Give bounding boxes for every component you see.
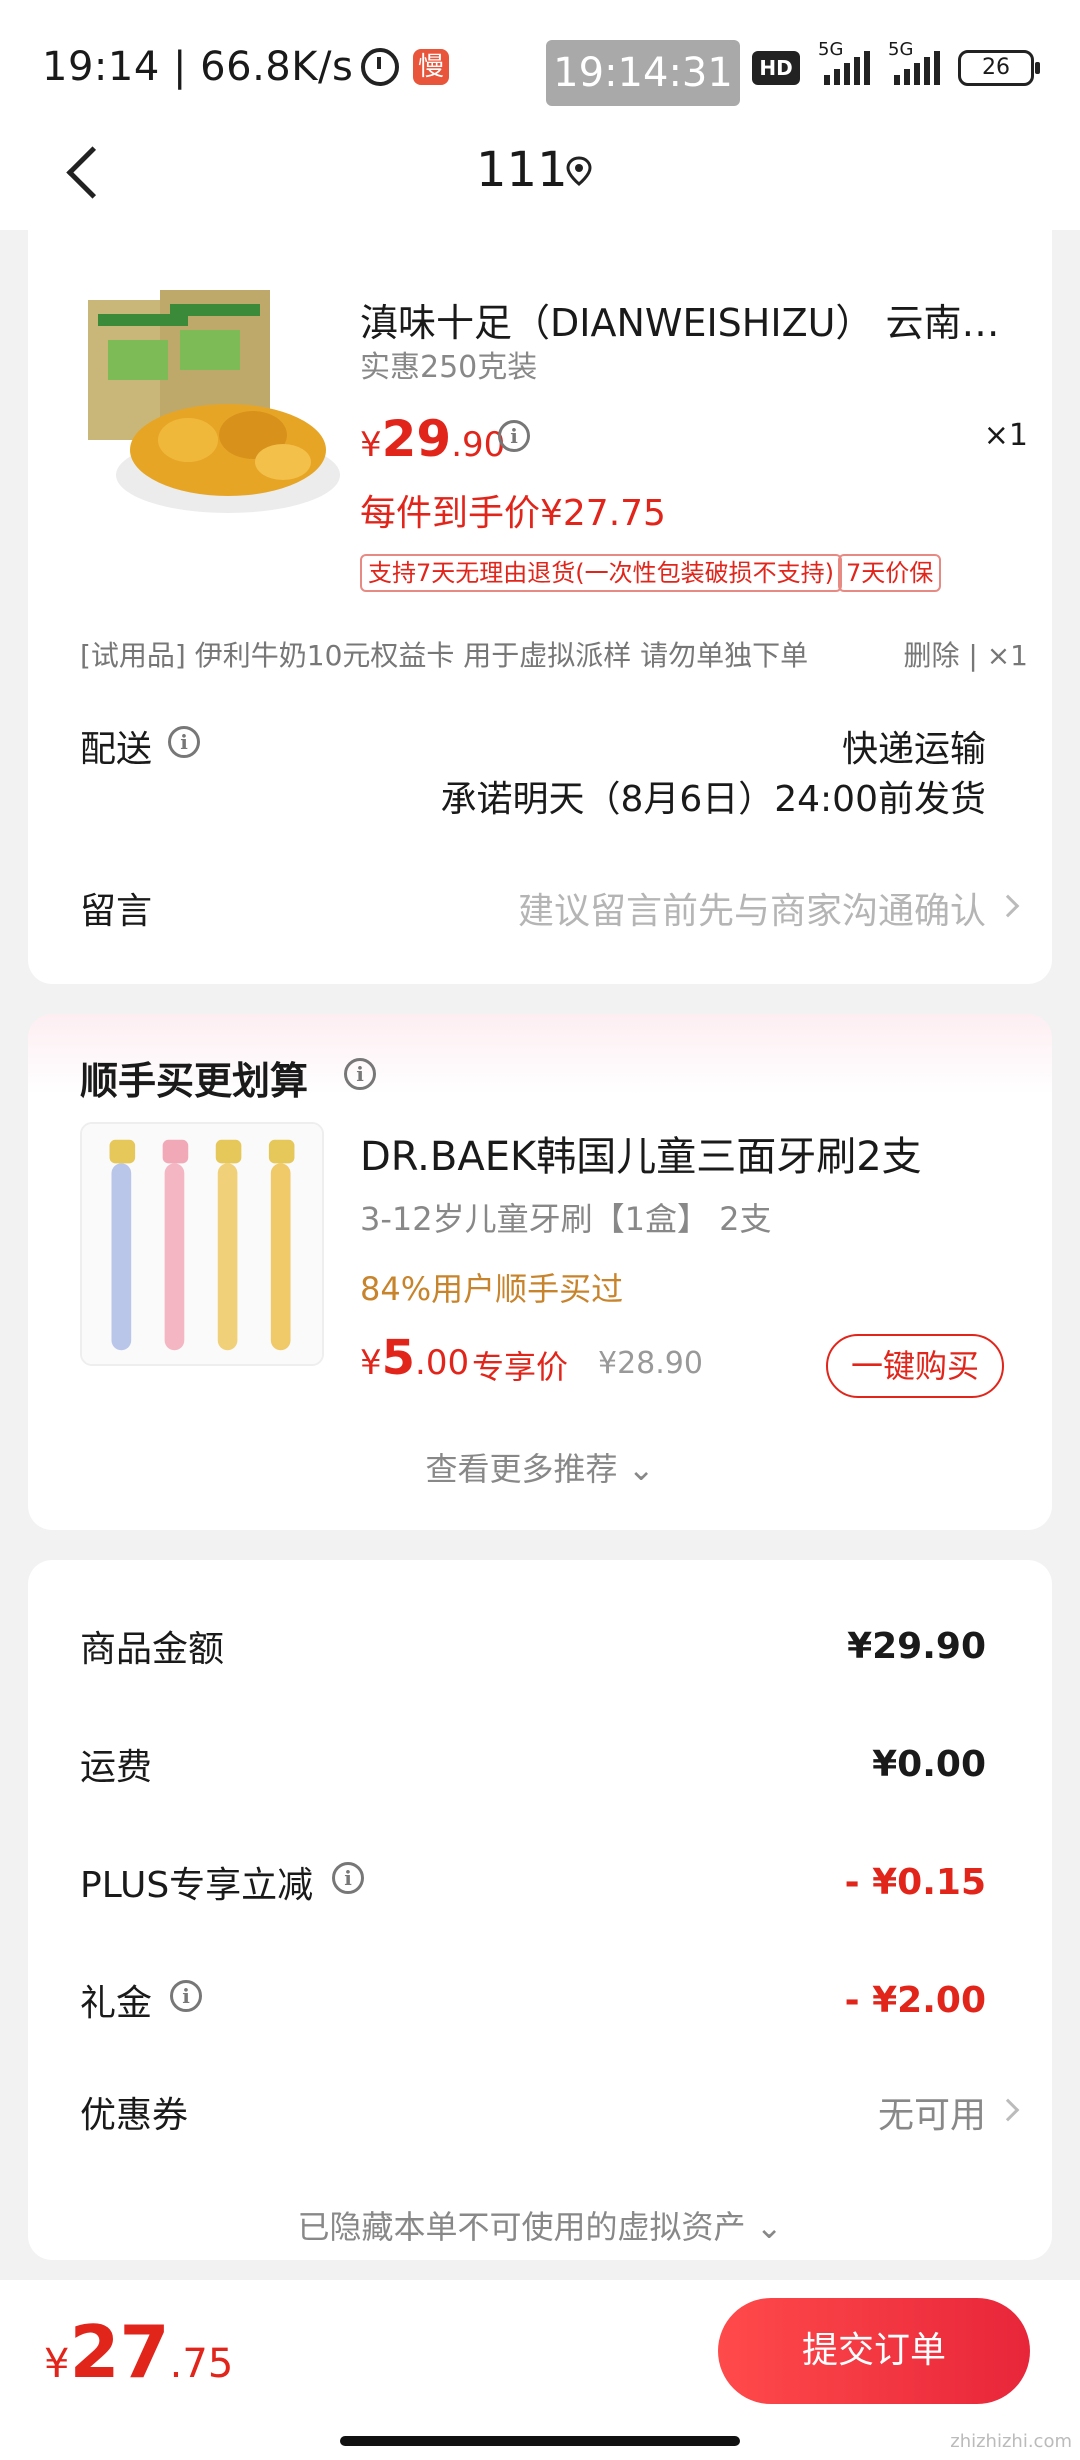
gift-item: [试用品] 伊利牛奶10元权益卡 用于虚拟派样 请勿单独下单 bbox=[80, 639, 809, 672]
message-label: 留言 bbox=[80, 891, 153, 932]
return-policy-tag: 支持7天无理由退货(一次性包装破损不支持) bbox=[360, 554, 842, 592]
more-recommend-button[interactable]: 查看更多推荐 ⌄ bbox=[28, 1444, 1052, 1490]
recommend-info-icon[interactable]: i bbox=[344, 1058, 376, 1090]
recommend-card: 顺手买更划算 i DR.BAEK韩国儿童三面牙刷2支 3-12岁儿童牙刷【1盒】… bbox=[28, 1014, 1052, 1530]
total-dec: .75 bbox=[169, 2341, 234, 2387]
watermark: zhizhizhi.com bbox=[950, 2431, 1072, 2452]
message-input[interactable]: 建议留言前先与商家沟通确认 bbox=[518, 882, 986, 934]
back-icon[interactable] bbox=[60, 142, 120, 202]
signal-icon: 5G bbox=[818, 39, 870, 85]
bottom-bar: ¥27.75 提交订单 zhizhizhi.com bbox=[0, 2280, 1080, 2460]
rec-price-symbol: ¥ bbox=[360, 1343, 382, 1383]
plus-info-icon[interactable]: i bbox=[332, 1862, 364, 1894]
freight-value: ¥0.00 bbox=[872, 1744, 986, 1785]
total-symbol: ¥ bbox=[44, 2341, 70, 2387]
gift-money-info-icon[interactable]: i bbox=[170, 1980, 202, 2012]
chevron-down-icon: ⌄ bbox=[627, 1450, 655, 1488]
home-indicator[interactable] bbox=[340, 2436, 740, 2446]
recommend-product-image[interactable] bbox=[80, 1122, 324, 1366]
rec-price-dec: .00 bbox=[415, 1343, 470, 1383]
hd-icon: HD bbox=[752, 51, 800, 85]
rec-price-int: 5 bbox=[381, 1330, 416, 1386]
goods-amount-label: 商品金额 bbox=[80, 1629, 225, 1670]
time-speed: 19:14 | 66.8K/s bbox=[42, 44, 354, 90]
signal-icon-2: 5G bbox=[888, 39, 940, 85]
recommend-price: ¥5.00 bbox=[360, 1330, 469, 1386]
delivery-method[interactable]: 快递运输 bbox=[842, 720, 986, 772]
product-qty: ×1 bbox=[983, 418, 1028, 453]
coupon-label: 优惠券 bbox=[80, 2095, 189, 2136]
nav-bar: 111 bbox=[0, 120, 1080, 230]
delivery-label: 配送 bbox=[80, 729, 153, 770]
chevron-right-icon bbox=[996, 894, 1020, 918]
address-title[interactable]: 111 bbox=[476, 142, 568, 198]
location-icon[interactable] bbox=[566, 156, 592, 186]
alarm-icon bbox=[361, 48, 400, 86]
order-confirm-page: 19:14 | 66.8K/s 慢 19:14:31 HD 5G 5G 26 1… bbox=[0, 0, 1080, 2460]
freight-label: 运费 bbox=[80, 1747, 153, 1788]
chevron-right-icon bbox=[996, 2098, 1020, 2122]
recommend-title[interactable]: DR.BAEK韩国儿童三面牙刷2支 bbox=[360, 1124, 922, 1182]
hidden-assets-toggle[interactable]: 已隐藏本单不可使用的虚拟资产 ⌄ bbox=[28, 2202, 1052, 2248]
coupon-value[interactable]: 无可用 bbox=[878, 2086, 986, 2138]
total-int: 27 bbox=[69, 2310, 170, 2394]
product-title[interactable]: 滇味十足（DIANWEISHIZU） 云南鸡油菌干货 bbox=[360, 292, 1020, 347]
gift-money-label: 礼金 bbox=[80, 1983, 153, 2024]
recommend-percent: 84%用户顺手买过 bbox=[360, 1270, 624, 1308]
signal-label-2: 5G bbox=[888, 39, 914, 60]
product-image[interactable] bbox=[78, 290, 348, 520]
product-price: ¥29.90 bbox=[360, 410, 505, 468]
battery-icon: 26 bbox=[958, 50, 1040, 86]
plus-discount-value: - ¥0.15 bbox=[844, 1862, 986, 1903]
delivery-promise: 承诺明天（8月6日）24:00前发货 bbox=[440, 779, 986, 820]
submit-order-button[interactable]: 提交订单 bbox=[718, 2298, 1030, 2404]
chevron-down-icon: ⌄ bbox=[755, 2208, 783, 2246]
hidden-assets-label: 已隐藏本单不可使用的虚拟资产 bbox=[297, 2208, 746, 2246]
goods-amount-value: ¥29.90 bbox=[847, 1626, 986, 1667]
product-spec: 实惠250克装 bbox=[360, 350, 538, 385]
more-recommend-label: 查看更多推荐 bbox=[425, 1450, 618, 1488]
plus-discount-label: PLUS专享立减 bbox=[80, 1865, 314, 1906]
gift-money-value: - ¥2.00 bbox=[844, 1980, 986, 2021]
recommend-sub: 3-12岁儿童牙刷【1盒】 2支 bbox=[360, 1200, 772, 1238]
recommend-section-title: 顺手买更划算 bbox=[80, 1059, 309, 1103]
signal-label: 5G bbox=[818, 39, 844, 60]
one-click-buy-button[interactable]: 一键购买 bbox=[826, 1334, 1004, 1398]
recommend-orig-price: ¥28.90 bbox=[598, 1346, 703, 1381]
status-right: HD 5G 5G 26 bbox=[752, 39, 1040, 86]
gift-delete-button[interactable]: 删除 | ×1 bbox=[903, 634, 1028, 674]
delivery-info-icon[interactable]: i bbox=[168, 726, 200, 758]
status-bar: 19:14 | 66.8K/s 慢 19:14:31 HD 5G 5G 26 bbox=[0, 0, 1080, 120]
product-card: 滇味十足（DIANWEISHIZU） 云南鸡油菌干货 实惠250克装 ¥29.9… bbox=[28, 230, 1052, 984]
recommend-price-label: 专享价 bbox=[472, 1348, 569, 1386]
price-dec: .90 bbox=[451, 425, 506, 465]
clock-overlay: 19:14:31 bbox=[546, 40, 740, 106]
total-price: ¥27.75 bbox=[44, 2310, 233, 2394]
status-left: 19:14 | 66.8K/s 慢 bbox=[42, 44, 450, 90]
price-int: 29 bbox=[381, 410, 452, 468]
arrive-price: 每件到手价¥27.75 bbox=[360, 493, 666, 534]
price-protect-tag: 7天价保 bbox=[838, 554, 942, 592]
price-symbol: ¥ bbox=[360, 425, 382, 465]
summary-card: 商品金额 ¥29.90 运费 ¥0.00 PLUS专享立减 i - ¥0.15 … bbox=[28, 1560, 1052, 2260]
slow-badge: 慢 bbox=[413, 49, 450, 85]
price-info-icon[interactable]: i bbox=[498, 420, 530, 452]
